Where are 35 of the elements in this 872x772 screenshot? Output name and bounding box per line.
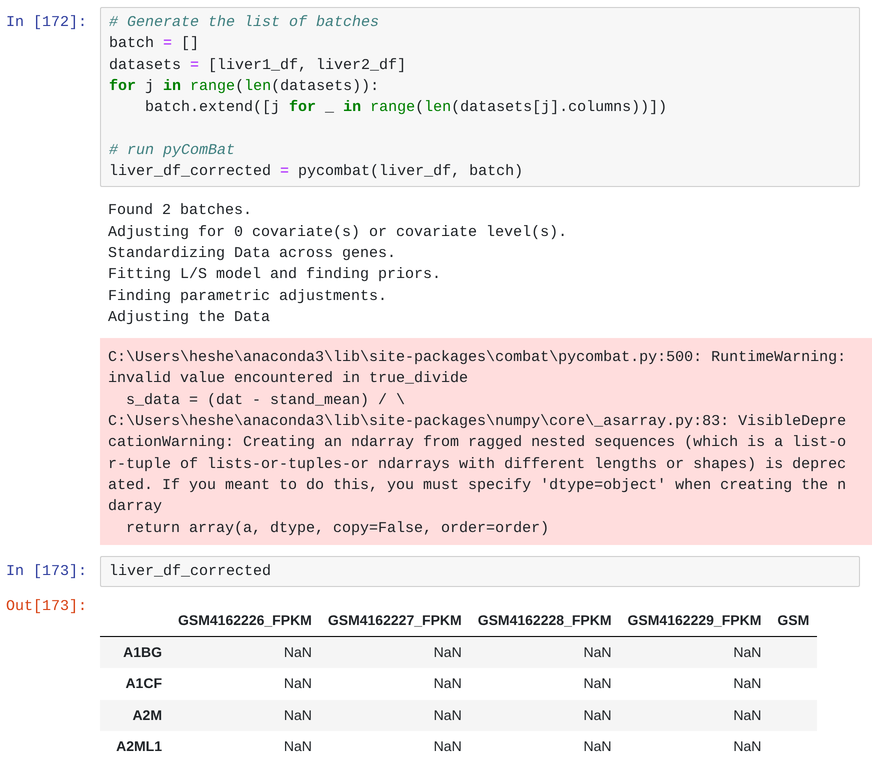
table-cell: NaN (320, 700, 470, 732)
code-editor[interactable]: liver_df_corrected (100, 556, 860, 588)
code-line: liver_df_corrected = pycombat(liver_df, batch) (109, 162, 524, 182)
table-cell: NaN (320, 731, 470, 763)
table-cell: NaN (320, 668, 470, 700)
table-cell: NaN (470, 731, 620, 763)
table-cell: NaN (470, 668, 620, 700)
code-line: datasets = [liver1_df, liver2_df] (109, 56, 408, 76)
table-cell: NaN (170, 700, 320, 732)
text-output: Found 2 batches. Adjusting for 0 covariate(s) or covariate level(s). Standardizing Data across genes. Fitting L/S model and finding priors. Finding parametric adjustments. Adjusting the Data (107, 201, 568, 328)
input-prompt: In [172]: (5, 13, 88, 33)
table-cell: NaN (620, 700, 770, 732)
table-cell: NaN (170, 731, 320, 763)
code-line: batch.extend([j for _ in range(len(datasets[j].columns))]) (144, 98, 668, 118)
warning-output: C:\Users\heshe\anaconda3\lib\site-packages\combat\pycombat.py:500: RuntimeWarning: invalid value encountered in true_divide s_data = (dat - stand_mean) / \ C:\Users\heshe\anaconda3\lib\site-packages\numpy\core\_asarray.py:83: VisibleDepre cationWarning: Creating an ndarray from ragged nested sequences (which is a list-o r-tuple of lists-or-tuples-or ndarrays with different lengths or shapes) is deprec ated. If you meant to do this, you must specify 'dtype=object' when creating the n darray return array(a, dtype, copy=False, order=order) (100, 338, 872, 545)
output-prompt: Out[173]: (5, 597, 88, 618)
code-line: liver_df_corrected (109, 562, 272, 582)
table-cell: NaN (620, 731, 770, 763)
code-line: for j in range(len(datasets)): (109, 76, 380, 97)
input-prompt: In [173]: (5, 562, 88, 582)
table-cell: NaN (620, 636, 770, 668)
table-cell: NaN (470, 636, 620, 668)
table-cell: NaN (170, 636, 320, 668)
row-label: A2ML1 (100, 731, 170, 763)
code-editor[interactable] (100, 7, 860, 188)
table-cell: NaN (470, 700, 620, 732)
code-line: batch = [] (109, 34, 200, 54)
table-cell: NaN (620, 668, 770, 700)
row-label: A2M (100, 700, 170, 732)
table-cell: NaN (170, 668, 320, 700)
row-label: A1BG (100, 636, 170, 668)
table-cell: NaN (320, 636, 470, 668)
code-line: # run pyComBat (109, 140, 236, 161)
code-line: # Generate the list of batches (109, 13, 380, 33)
row-label: A1CF (100, 668, 170, 700)
